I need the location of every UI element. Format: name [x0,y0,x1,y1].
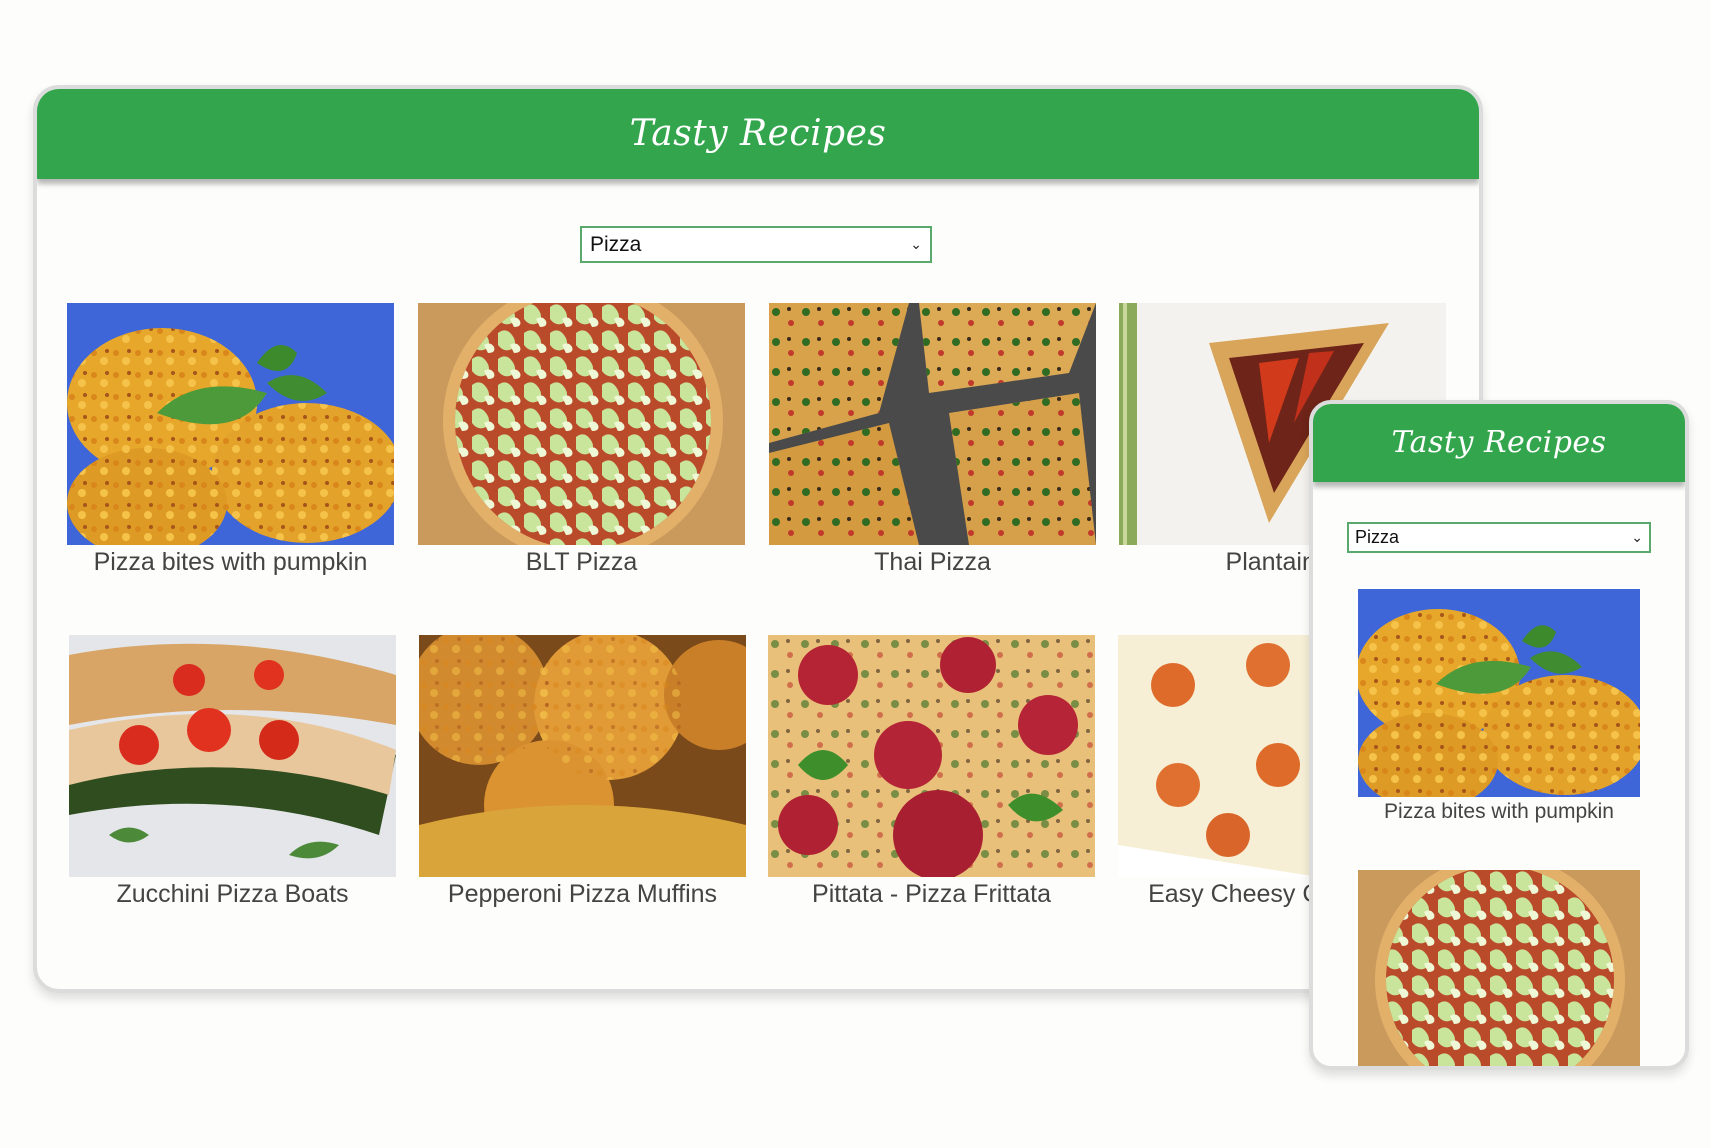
recipe-image-blt-pizza [418,303,745,545]
category-select-value: Pizza [590,232,642,256]
chevron-down-icon: ⌄ [910,236,922,253]
chevron-down-icon: ⌄ [1631,529,1643,546]
recipe-title: Pizza bites with pumpkin [93,548,368,576]
recipe-title: Pizza bites with pumpkin [1384,800,1614,823]
recipe-title: Zucchini Pizza Boats [116,880,349,908]
mobile-category-select-value: Pizza [1355,527,1400,547]
mobile-window: Tasty Recipes Pizza ⌄ Pizza bites with p… [1309,400,1689,1070]
recipe-image-thai-pizza [769,303,1096,545]
site-header: Tasty Recipes [37,89,1479,179]
mobile-recipe-card[interactable]: Pizza bites with pumpkin [1358,589,1640,825]
recipe-title: Thai Pizza [874,548,991,576]
recipe-card[interactable]: Pittata - Pizza Frittata [768,635,1095,910]
recipe-image-pepperoni-muffins [419,635,746,877]
mobile-category-select[interactable]: Pizza ⌄ [1347,522,1651,553]
mobile-header: Tasty Recipes [1313,404,1685,482]
site-title: Tasty Recipes [629,113,887,154]
recipe-image-pizza-bites [1358,589,1640,797]
recipe-card[interactable]: Thai Pizza [769,303,1096,578]
recipe-image-blt-pizza [1358,870,1640,1066]
recipe-image-pittata [768,635,1095,877]
recipe-title: BLT Pizza [525,548,638,576]
recipe-card[interactable]: BLT Pizza [418,303,745,578]
recipe-card[interactable]: Zucchini Pizza Boats [69,635,396,910]
desktop-window: Tasty Recipes Pizza ⌄ Pizza bites with p… [33,85,1483,993]
recipe-image-pizza-bites [67,303,394,545]
recipe-card[interactable]: Pizza bites with pumpkin [67,303,394,578]
mobile-recipe-card[interactable] [1358,870,1640,1066]
recipe-title: Pittata - Pizza Frittata [812,880,1051,908]
recipe-image-zucchini-boats [69,635,396,877]
recipe-title: Pepperoni Pizza Muffins [447,880,718,908]
category-select[interactable]: Pizza ⌄ [580,226,932,263]
mobile-site-title: Tasty Recipes [1391,425,1607,460]
recipe-card[interactable]: Pepperoni Pizza Muffins [419,635,746,910]
